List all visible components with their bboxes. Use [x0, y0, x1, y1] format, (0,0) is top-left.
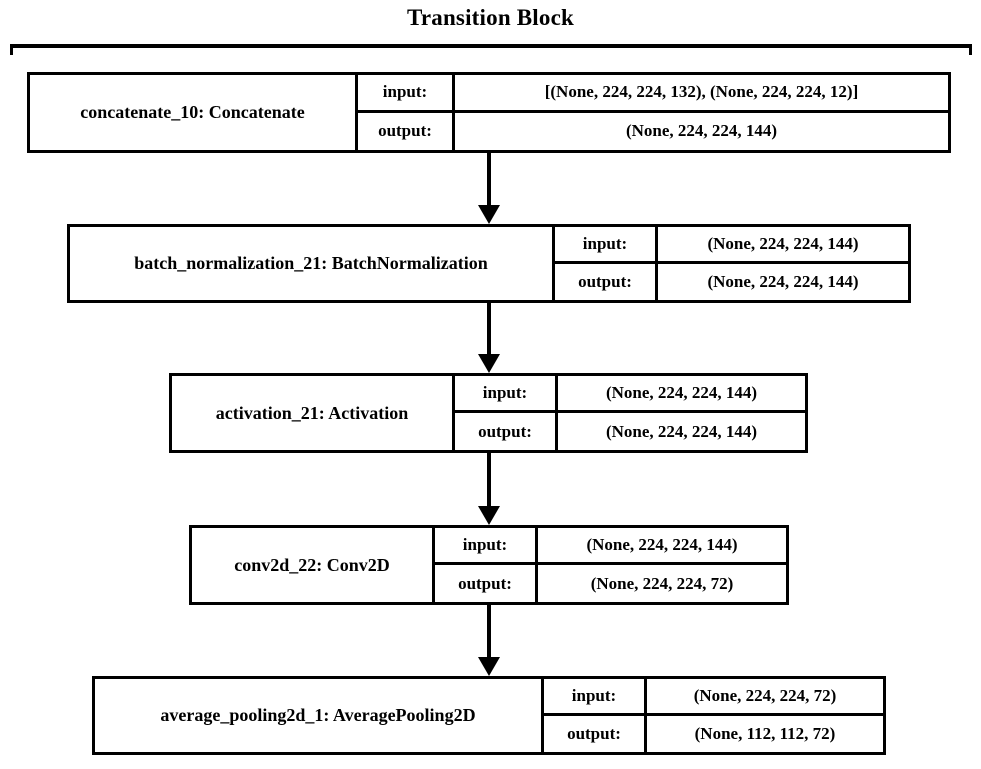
io-row-input: input: (None, 224, 224, 144): [435, 528, 786, 565]
input-shape-value: [(None, 224, 224, 132), (None, 224, 224,…: [544, 82, 859, 102]
output-shape-value: (None, 224, 224, 144): [605, 421, 758, 441]
io-row-output: output: (None, 224, 224, 144): [358, 112, 948, 150]
input-label: input:: [435, 528, 538, 562]
node-name-conv2d_22: conv2d_22: Conv2D: [192, 528, 435, 602]
output-shape-value: (None, 224, 224, 144): [707, 271, 859, 291]
bracket-tick-right: [969, 44, 972, 55]
node-conv2d_22[interactable]: conv2d_22: Conv2D input: (None, 224, 224…: [189, 525, 789, 605]
node-average_pooling2d_1[interactable]: average_pooling2d_1: AveragePooling2D in…: [92, 676, 886, 755]
arrow-shaft: [487, 303, 491, 354]
page-title: Transition Block: [407, 5, 574, 30]
arrow-shaft: [487, 153, 491, 205]
node-io-concatenate_10: input: [(None, 224, 224, 132), (None, 22…: [358, 75, 948, 150]
output-label: output:: [358, 112, 455, 150]
io-row-input: input: (None, 224, 224, 144): [455, 376, 805, 413]
node-name-activation_21: activation_21: Activation: [172, 376, 455, 450]
input-shape-value: (None, 224, 224, 144): [586, 535, 738, 554]
node-activation_21[interactable]: activation_21: Activation input: (None, …: [169, 373, 808, 453]
output-shape-value: (None, 112, 112, 72): [694, 723, 836, 743]
arrow-head: [478, 205, 500, 224]
input-shape-value: (None, 224, 224, 144): [707, 233, 859, 253]
output-label: output:: [455, 413, 558, 450]
arrow-batch_normalization_21-to-activation_21: [478, 303, 500, 373]
output-label: output:: [435, 565, 538, 602]
arrow-head: [478, 657, 500, 676]
arrow-shaft: [487, 453, 491, 506]
output-shape-value: (None, 224, 224, 72): [590, 573, 734, 593]
transition-block-bracket: [10, 44, 972, 56]
arrow-shaft: [487, 605, 491, 657]
input-label: input:: [555, 227, 658, 261]
node-io-average_pooling2d_1: input: (None, 224, 224, 72) output: (Non…: [544, 679, 883, 752]
node-name-concatenate_10: concatenate_10: Concatenate: [30, 75, 358, 150]
io-row-output: output: (None, 224, 224, 144): [455, 413, 805, 450]
output-label: output:: [555, 263, 658, 300]
diagram-canvas: Transition Block concatenate_10: Concate…: [0, 0, 981, 769]
arrow-activation_21-to-conv2d_22: [478, 453, 500, 525]
arrow-head: [478, 506, 500, 525]
io-row-output: output: (None, 224, 224, 72): [435, 565, 786, 602]
io-row-input: input: (None, 224, 224, 144): [555, 227, 908, 264]
arrow-head: [478, 354, 500, 373]
output-shape-value: (None, 224, 224, 144): [625, 121, 778, 141]
input-label: input:: [544, 679, 647, 713]
input-label: input:: [358, 75, 455, 110]
node-io-conv2d_22: input: (None, 224, 224, 144) output: (No…: [435, 528, 786, 602]
arrow-conv2d_22-to-average_pooling2d_1: [478, 605, 500, 676]
bracket-bar: [10, 44, 972, 48]
io-row-output: output: (None, 112, 112, 72): [544, 715, 883, 752]
node-name-average_pooling2d_1: average_pooling2d_1: AveragePooling2D: [95, 679, 544, 752]
node-io-activation_21: input: (None, 224, 224, 144) output: (No…: [455, 376, 805, 450]
node-name-batch_normalization_21: batch_normalization_21: BatchNormalizati…: [70, 227, 555, 300]
input-shape-value: (None, 224, 224, 72): [693, 685, 837, 705]
input-label: input:: [455, 376, 558, 410]
io-row-output: output: (None, 224, 224, 144): [555, 263, 908, 300]
io-row-input: input: [(None, 224, 224, 132), (None, 22…: [358, 75, 948, 113]
output-label: output:: [544, 715, 647, 752]
io-row-input: input: (None, 224, 224, 72): [544, 679, 883, 716]
node-concatenate_10[interactable]: concatenate_10: Concatenate input: [(Non…: [27, 72, 951, 153]
node-batch_normalization_21[interactable]: batch_normalization_21: BatchNormalizati…: [67, 224, 911, 303]
node-io-batch_normalization_21: input: (None, 224, 224, 144) output: (No…: [555, 227, 908, 300]
bracket-tick-left: [10, 44, 13, 55]
arrow-concatenate_10-to-batch_normalization_21: [478, 153, 500, 224]
input-shape-value: (None, 224, 224, 144): [605, 383, 758, 402]
